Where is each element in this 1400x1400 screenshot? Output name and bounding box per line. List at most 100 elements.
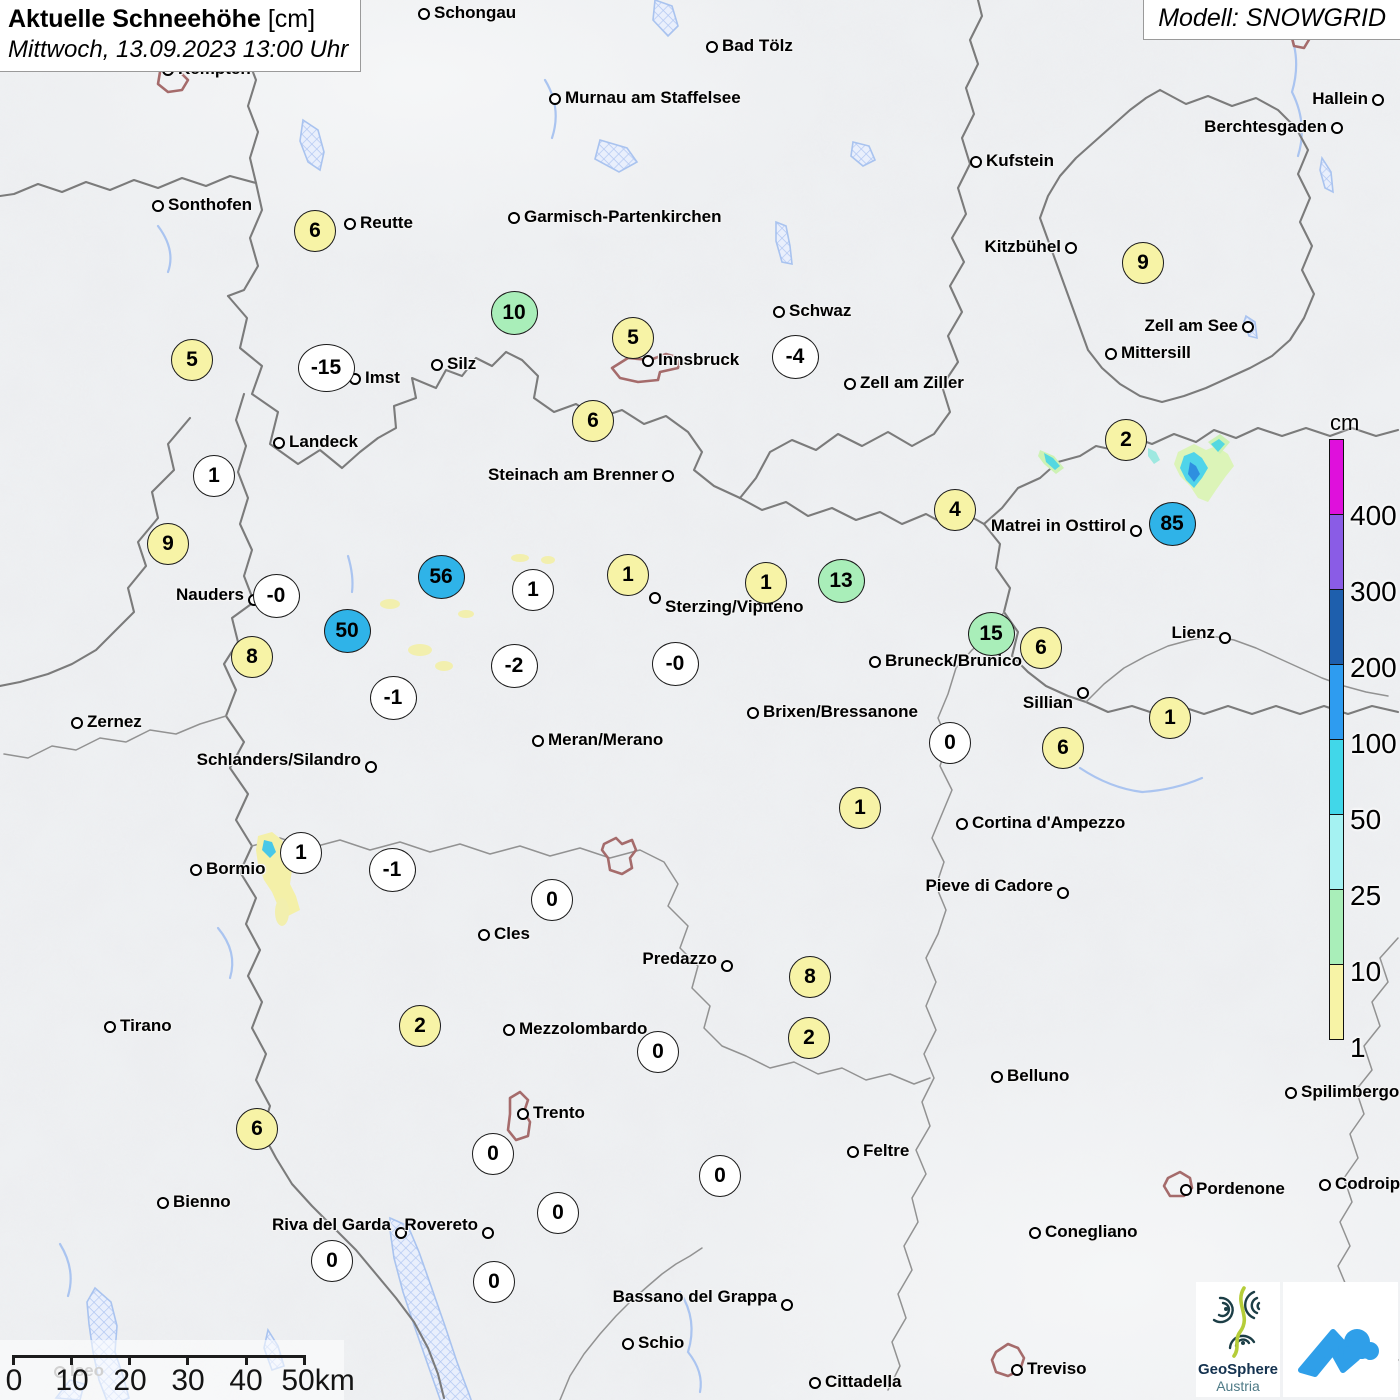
city-label: Riva del Garda <box>271 1215 391 1234</box>
city-label: Predazzo <box>642 949 717 968</box>
snow-value-badge: 1 <box>512 569 554 611</box>
scale-bar-label: 30 <box>171 1364 205 1397</box>
city-label: Landeck <box>289 432 358 451</box>
legend-tick-label: 25 <box>1350 880 1382 911</box>
city-marker-icon <box>809 1377 821 1389</box>
city-label: Lienz <box>1171 623 1215 642</box>
snow-value-badge: 9 <box>147 523 189 565</box>
city-label: Cortina d'Ampezzo <box>972 813 1126 832</box>
city-label: Murnau am Staffelsee <box>565 88 741 107</box>
city-marker-icon <box>721 960 733 972</box>
snow-value-badge: 6 <box>236 1108 278 1150</box>
snow-value-badge: 8 <box>231 636 273 678</box>
scale-bar-label: 10 <box>55 1364 89 1397</box>
city-marker-icon <box>1331 122 1343 134</box>
city-marker-icon <box>344 218 356 230</box>
legend-tick-label: 300 <box>1350 576 1397 607</box>
city-marker-icon <box>273 437 285 449</box>
city-marker-icon <box>549 93 561 105</box>
city-label: Pordenone <box>1196 1179 1285 1198</box>
snow-value-badge: 2 <box>1105 419 1147 461</box>
city-label: Bad Tölz <box>722 36 793 55</box>
city-label: Treviso <box>1027 1359 1087 1378</box>
snow-value-badge: 0 <box>473 1261 515 1303</box>
snow-value-badge: 13 <box>817 559 865 603</box>
snow-value-badge: 0 <box>699 1155 741 1197</box>
city-marker-icon <box>152 200 164 212</box>
snow-value-badge: 9 <box>1122 242 1164 284</box>
legend-segment <box>1329 964 1344 1040</box>
city-marker-icon <box>622 1338 634 1350</box>
city-marker-icon <box>431 359 443 371</box>
legend-unit-label: cm <box>1330 410 1360 435</box>
snow-value-badge: -2 <box>490 644 538 688</box>
city-marker-icon <box>847 1146 859 1158</box>
city-marker-icon <box>1029 1227 1041 1239</box>
city-label: Garmisch-Partenkirchen <box>524 207 722 226</box>
snow-value-badge: 1 <box>839 787 881 829</box>
city-marker-icon <box>190 864 202 876</box>
city-marker-icon <box>773 306 785 318</box>
city-marker-icon <box>1105 348 1117 360</box>
snow-value-badge: 1 <box>607 554 649 596</box>
snow-value-badge: -4 <box>771 335 819 379</box>
city-label: Feltre <box>863 1141 910 1160</box>
city-label: Conegliano <box>1045 1222 1138 1241</box>
city-label: Mezzolombardo <box>519 1019 648 1038</box>
city-label: Bassano del Grappa <box>612 1287 777 1306</box>
legend-segment <box>1329 589 1344 665</box>
city-label: Imst <box>365 368 400 387</box>
snow-value-badge: 85 <box>1148 502 1196 546</box>
snow-value-badge: 6 <box>572 400 614 442</box>
scale-bar-label: 20 <box>113 1364 147 1397</box>
snow-value-badge: 4 <box>934 489 976 531</box>
snow-value-badge: 0 <box>311 1240 353 1282</box>
snow-value-badge: 0 <box>637 1031 679 1073</box>
snow-value-badge: 1 <box>280 832 322 874</box>
geosphere-logo-text: GeoSphere <box>1197 1361 1279 1378</box>
city-label: Schlanders/Silandro <box>196 750 361 769</box>
geosphere-logo-subtext: Austria <box>1216 1378 1260 1394</box>
snow-value-badge: 0 <box>537 1192 579 1234</box>
city-label: Mittersill <box>1121 343 1191 362</box>
city-marker-icon <box>1011 1364 1023 1376</box>
city-label: Steinach am Brenner <box>487 465 658 484</box>
legend-tick-label: 200 <box>1350 652 1397 683</box>
snow-value-badge: 1 <box>193 455 235 497</box>
legend: cm 400 300 200 100 50 25 10 1 <box>1326 410 1400 1063</box>
city-marker-icon <box>482 1227 494 1239</box>
city-marker-icon <box>478 929 490 941</box>
snow-value-badge: 6 <box>294 210 336 252</box>
snow-value-badge: 6 <box>1042 727 1084 769</box>
city-label: Zell am See <box>1144 316 1238 335</box>
legend-tick-label: 50 <box>1350 804 1382 835</box>
city-label: Innsbruck <box>658 350 740 369</box>
city-marker-icon <box>706 41 718 53</box>
city-label: Kufstein <box>986 151 1054 170</box>
city-label: Kitzbühel <box>984 237 1062 256</box>
snow-value-badge: 10 <box>490 291 538 335</box>
legend-segment <box>1329 739 1344 815</box>
city-marker-icon <box>1130 525 1142 537</box>
title-text: Aktuelle Schneehöhe <box>8 5 261 33</box>
city-label: Bormio <box>206 859 266 878</box>
timestamp: Mittwoch, 13.09.2023 13:00 Uhr <box>8 36 349 63</box>
city-marker-icon <box>991 1071 1003 1083</box>
geosphere-logo-icon <box>1212 1286 1261 1358</box>
scale-bar-label: 40 <box>229 1364 263 1397</box>
city-marker-icon <box>869 656 881 668</box>
snow-value-badge: 15 <box>967 612 1015 656</box>
city-label: Codroipo <box>1335 1174 1400 1193</box>
page-title: Aktuelle Schneehöhe [cm] <box>8 5 348 34</box>
city-label: Sterzing/Vipiteno <box>665 597 804 616</box>
snow-value-badge: 0 <box>531 879 573 921</box>
city-marker-icon <box>747 707 759 719</box>
legend-tick-label: 100 <box>1350 728 1397 759</box>
city-marker-icon <box>781 1299 793 1311</box>
city-label: Brixen/Bressanone <box>763 702 918 721</box>
city-label: Silz <box>447 354 477 373</box>
title-box: Aktuelle Schneehöhe [cm] Mittwoch, 13.09… <box>0 0 362 72</box>
city-label: Cittadella <box>825 1372 902 1391</box>
snow-value-badge: -0 <box>651 642 699 686</box>
city-marker-icon <box>1242 321 1254 333</box>
